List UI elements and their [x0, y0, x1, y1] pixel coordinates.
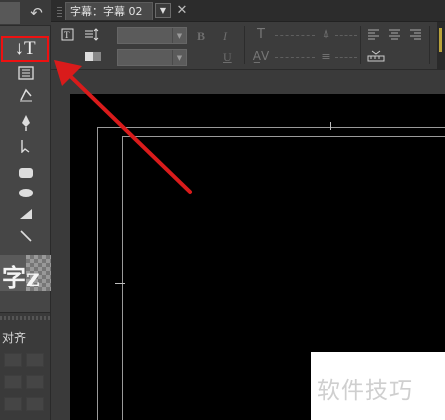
watermark: 软件技巧 — [311, 352, 445, 420]
watermark-text: 软件技巧 — [317, 378, 413, 404]
